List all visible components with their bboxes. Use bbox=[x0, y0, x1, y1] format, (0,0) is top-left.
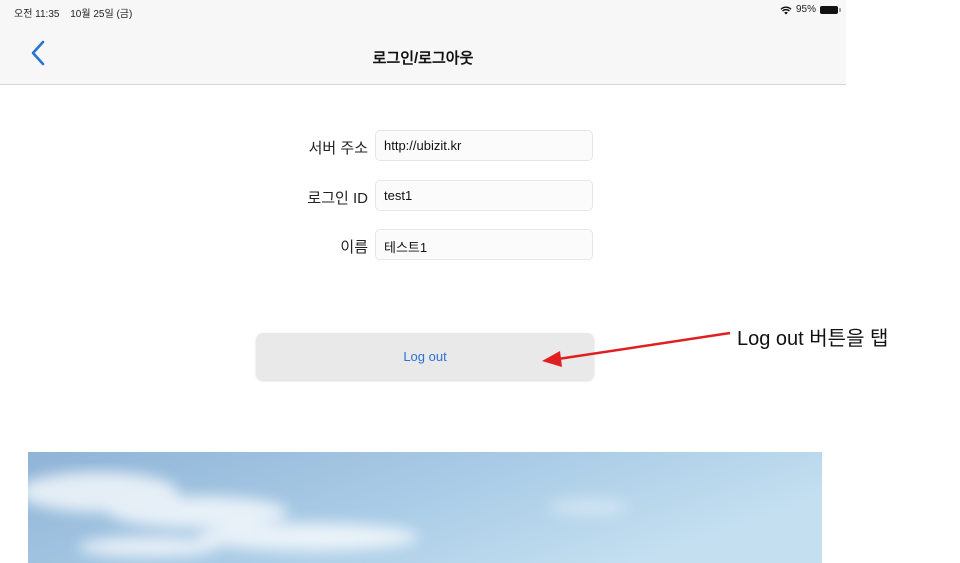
page-title: 로그인/로그아웃 bbox=[372, 50, 474, 67]
name-row: 이름 테스트1 bbox=[0, 229, 846, 261]
annotation-text: Log out 버튼을 탭 bbox=[737, 328, 889, 350]
server-address-label: 서버 주소 bbox=[308, 140, 368, 157]
login-id-label: 로그인 ID bbox=[307, 190, 368, 207]
status-bar: 오전 11:35 10월 25일 (금) 95% bbox=[0, 0, 846, 22]
annotation-arrow bbox=[542, 331, 731, 367]
battery-percent: 95% bbox=[795, 4, 816, 15]
login-id-row: 로그인 ID test1 bbox=[0, 180, 846, 212]
battery-icon bbox=[820, 5, 841, 14]
status-date: 10월 25일 (금) bbox=[70, 9, 133, 20]
server-address-field[interactable]: http://ubizit.kr bbox=[375, 130, 593, 161]
name-label: 이름 bbox=[340, 239, 368, 256]
name-field[interactable]: 테스트1 bbox=[375, 229, 593, 260]
wifi-icon bbox=[780, 6, 792, 14]
status-time: 오전 11:35 bbox=[14, 9, 60, 20]
server-address-row: 서버 주소 http://ubizit.kr bbox=[0, 130, 846, 162]
app-screen: 오전 11:35 10월 25일 (금) 95% 로그인/로그아웃 서버 주소 … bbox=[0, 0, 846, 563]
login-id-field[interactable]: test1 bbox=[375, 180, 593, 211]
sky-background-image bbox=[28, 452, 822, 563]
navigation-bar: 로그인/로그아웃 bbox=[0, 22, 846, 85]
